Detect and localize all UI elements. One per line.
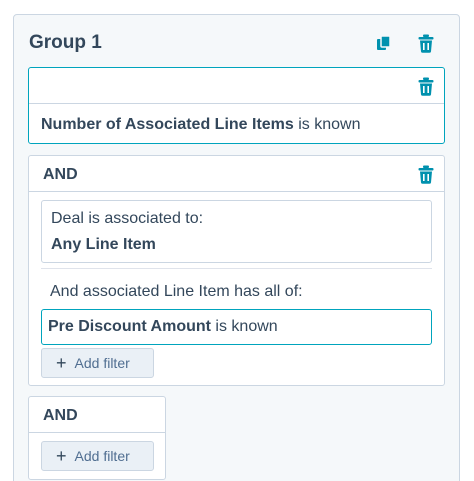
filter-property: Number of Associated Line Items bbox=[41, 116, 294, 133]
add-filter-label: Add filter bbox=[74, 355, 130, 371]
filter-group: Group 1 Number of Associated Line Items … bbox=[13, 14, 460, 481]
filter-card[interactable]: Number of Associated Line Items is known bbox=[28, 67, 445, 144]
sub-filter-description: Pre Discount Amount is known bbox=[48, 318, 278, 336]
sub-filter-operator: is known bbox=[210, 318, 278, 335]
trash-icon[interactable] bbox=[418, 165, 434, 184]
sub-filter-box[interactable]: Pre Discount Amount is known bbox=[41, 309, 432, 345]
sub-filter-property: Pre Discount Amount bbox=[48, 318, 211, 335]
and-label-2: AND bbox=[43, 407, 78, 424]
association-value: Any Line Item bbox=[51, 236, 156, 253]
association-intro: Deal is associated to: bbox=[51, 210, 204, 227]
plus-icon: + bbox=[56, 446, 67, 466]
trash-icon[interactable] bbox=[418, 77, 434, 96]
clone-icon[interactable] bbox=[376, 35, 392, 53]
divider bbox=[41, 268, 432, 269]
trash-icon[interactable] bbox=[418, 34, 434, 53]
group-title: Group 1 bbox=[29, 32, 102, 53]
and-label: AND bbox=[43, 166, 78, 183]
filter-card-header bbox=[29, 68, 444, 104]
add-filter-button-2[interactable]: + Add filter bbox=[41, 441, 154, 471]
association-box[interactable]: Deal is associated to: Any Line Item bbox=[41, 200, 432, 263]
filter-operator: is known bbox=[293, 116, 361, 133]
and-block-header bbox=[29, 156, 444, 192]
add-filter-button[interactable]: + Add filter bbox=[41, 348, 154, 378]
sub-intro: And associated Line Item has all of: bbox=[50, 283, 303, 300]
and-block: AND Deal is associated to: Any Line Item… bbox=[28, 155, 445, 386]
plus-icon: + bbox=[56, 353, 67, 373]
add-filter-label-2: Add filter bbox=[74, 448, 130, 464]
and-block-2: AND + Add filter bbox=[28, 396, 166, 480]
filter-description: Number of Associated Line Items is known bbox=[41, 116, 361, 134]
